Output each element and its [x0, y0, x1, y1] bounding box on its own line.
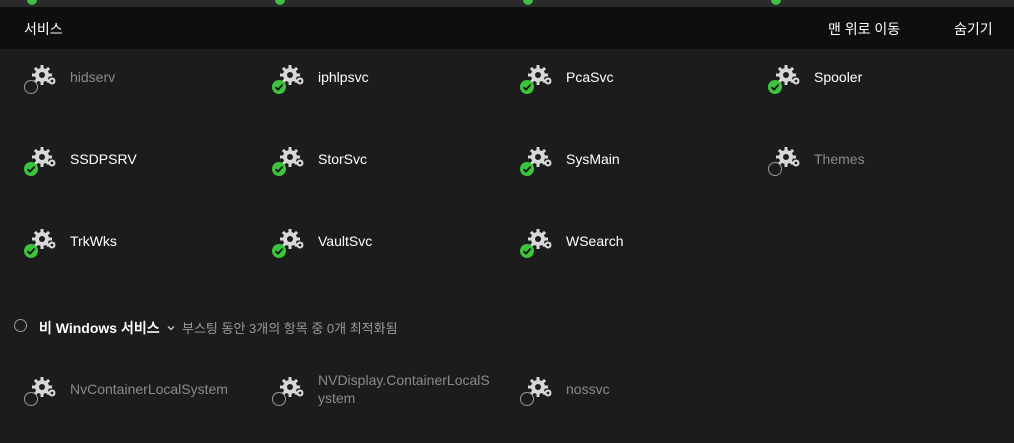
empty-circle-icon [768, 162, 782, 176]
service-tile-nvdisplay[interactable]: NVDisplay.ContainerLocalS ystem [272, 371, 512, 411]
service-tile-wsearch[interactable]: WSearch [520, 227, 760, 267]
section-status-text: 부스팅 동안 3개의 항목 중 0개 최적화됨 [182, 321, 398, 336]
service-name: PcaSvc [566, 69, 614, 85]
service-name-line-1: NVDisplay.ContainerLocalS [318, 372, 490, 388]
check-circle-icon [24, 244, 38, 258]
section-title[interactable]: 비 Windows 서비스 [39, 318, 160, 338]
service-name: Spooler [814, 69, 863, 85]
partial-badge-icon [27, 0, 37, 5]
service-name: iphlpsvc [318, 69, 369, 85]
hide-button[interactable]: 숨기기 [954, 19, 993, 39]
check-circle-icon [768, 80, 782, 94]
check-circle-icon [272, 162, 286, 176]
service-name-line-2: ystem [318, 390, 356, 406]
service-tile-ssdpsrv[interactable]: SSDPSRV [24, 145, 264, 185]
page-title: 서비스 [24, 21, 63, 37]
service-name: hidserv [70, 69, 116, 85]
top-scroll-edge [0, 0, 1014, 7]
service-name: SSDPSRV [70, 151, 137, 167]
check-circle-icon [24, 162, 38, 176]
service-tile-trkwks[interactable]: TrkWks [24, 227, 264, 267]
service-tile-nvcontainerlocalsystem[interactable]: NvContainerLocalSystem [24, 375, 264, 415]
service-name: NvContainerLocalSystem [70, 381, 228, 397]
section-select-radio[interactable] [14, 319, 27, 332]
service-name: SysMain [566, 151, 620, 167]
check-circle-icon [520, 162, 534, 176]
empty-circle-icon [24, 80, 38, 94]
service-name: TrkWks [70, 233, 117, 249]
service-tile-vaultsvc[interactable]: VaultSvc [272, 227, 512, 267]
service-name: Themes [814, 151, 865, 167]
service-name: NVDisplay.ContainerLocalS ystem [318, 371, 498, 407]
services-header: 서비스 맨 위로 이동 숨기기 [0, 7, 1014, 49]
service-tile-hidserv[interactable]: hidserv [24, 63, 264, 103]
check-circle-icon [520, 80, 534, 94]
check-circle-icon [272, 80, 286, 94]
service-tile-iphlpsvc[interactable]: iphlpsvc [272, 63, 512, 103]
service-tile-sysmain[interactable]: SysMain [520, 145, 760, 185]
partial-badge-icon [523, 0, 533, 5]
empty-circle-icon [272, 392, 286, 406]
partial-badge-icon [771, 0, 781, 5]
partial-badge-icon [275, 0, 285, 5]
empty-circle-icon [520, 392, 534, 406]
scroll-to-top-button[interactable]: 맨 위로 이동 [828, 19, 900, 39]
service-name: WSearch [566, 233, 624, 249]
check-circle-icon [520, 244, 534, 258]
empty-circle-icon [24, 392, 38, 406]
service-tile-themes[interactable]: Themes [768, 145, 1008, 185]
check-circle-icon [272, 244, 286, 258]
service-name: nossvc [566, 381, 610, 397]
service-tile-nossvc[interactable]: nossvc [520, 375, 760, 415]
chevron-down-icon[interactable] [166, 320, 176, 331]
service-tile-storsvc[interactable]: StorSvc [272, 145, 512, 185]
service-tile-pcasvc[interactable]: PcaSvc [520, 63, 760, 103]
service-name: StorSvc [318, 151, 368, 167]
service-name: VaultSvc [318, 233, 373, 249]
service-tile-spooler[interactable]: Spooler [768, 63, 1008, 103]
